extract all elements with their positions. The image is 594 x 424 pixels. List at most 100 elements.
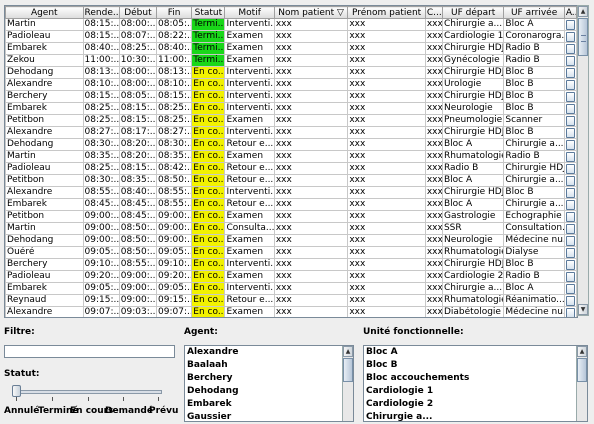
checkbox[interactable]: [565, 295, 575, 306]
column-header[interactable]: A...: [563, 6, 577, 19]
table-row[interactable]: Embarek09:05:...09:00:...09:05:...En co.…: [5, 282, 577, 295]
table-row[interactable]: Alexandre08:27:...08:17:...08:27:...En c…: [5, 126, 577, 139]
checkbox[interactable]: [565, 163, 575, 174]
checkbox[interactable]: [565, 235, 575, 246]
checkbox[interactable]: [565, 103, 575, 114]
uf-listbox[interactable]: Bloc A Bloc B Bloc accouchements Cardiologi…: [363, 345, 588, 422]
table-row[interactable]: Alexandre08:55:...08:40:...08:55:...En c…: [5, 186, 577, 199]
table-row[interactable]: Alexandre09:07:...09:03:...09:07:...En c…: [5, 306, 577, 317]
column-header[interactable]: Début: [118, 6, 158, 19]
scrollbar-thumb[interactable]: [577, 358, 587, 382]
row-checkbox[interactable]: [563, 30, 577, 43]
row-checkbox[interactable]: [563, 114, 577, 127]
checkbox[interactable]: [565, 139, 575, 150]
row-checkbox[interactable]: [563, 162, 577, 175]
row-checkbox[interactable]: [563, 42, 577, 55]
row-checkbox[interactable]: [563, 282, 577, 295]
table-row[interactable]: Embarek08:40:...08:25:...08:40:...Termi.…: [5, 42, 577, 55]
column-header[interactable]: Rende...: [82, 6, 120, 19]
scrollbar-thumb[interactable]: [578, 18, 588, 56]
list-item[interactable]: Bloc A: [364, 346, 587, 359]
list-item[interactable]: Dehodang: [185, 385, 353, 398]
scroll-up-icon[interactable]: ▲: [578, 6, 588, 17]
checkbox[interactable]: [565, 115, 575, 126]
scroll-up-icon[interactable]: ▲: [577, 346, 587, 357]
list-item[interactable]: Alexandre: [185, 346, 353, 359]
row-checkbox[interactable]: [563, 174, 577, 187]
checkbox[interactable]: [565, 91, 575, 102]
table-row[interactable]: Petitbon08:30:...08:35:...08:50:...En co…: [5, 174, 577, 187]
list-item[interactable]: Baalaah: [185, 359, 353, 372]
table-row[interactable]: Martin08:35:...08:20:...08:35:...En co..…: [5, 150, 577, 163]
table-row[interactable]: Padioleau08:25:...08:15:...08:42:...En c…: [5, 162, 577, 175]
list-item[interactable]: Bloc B: [364, 359, 587, 372]
table-row[interactable]: Martin09:00:...08:50:...09:00:...En co..…: [5, 222, 577, 235]
row-checkbox[interactable]: [563, 246, 577, 259]
scroll-down-icon[interactable]: ▼: [578, 304, 588, 315]
table-row[interactable]: Petitbon09:00:...08:45:...09:00:...En co…: [5, 210, 577, 223]
list-item[interactable]: Berchery: [185, 372, 353, 385]
list-item[interactable]: Gaussier: [185, 411, 353, 421]
list-item[interactable]: Cardiologie 1: [364, 385, 587, 398]
column-header[interactable]: Motif: [224, 6, 275, 19]
checkbox[interactable]: [565, 307, 575, 317]
row-checkbox[interactable]: [563, 222, 577, 235]
row-checkbox[interactable]: [563, 210, 577, 223]
list-item[interactable]: Embarek: [185, 398, 353, 411]
table-row[interactable]: Dehodang09:00:...08:50:...09:00:...En co…: [5, 234, 577, 247]
column-header[interactable]: C...: [424, 6, 443, 19]
checkbox[interactable]: [565, 247, 575, 258]
row-checkbox[interactable]: [563, 306, 577, 317]
table-row[interactable]: Zekou11:00:...10:30:...11:00:...Termi...…: [5, 54, 577, 67]
row-checkbox[interactable]: [563, 66, 577, 79]
row-checkbox[interactable]: [563, 234, 577, 247]
row-checkbox[interactable]: [563, 270, 577, 283]
table-row[interactable]: Petitbon08:25:...08:15:...08:25:...En co…: [5, 114, 577, 127]
checkbox[interactable]: [565, 259, 575, 270]
column-header[interactable]: Fin: [156, 6, 193, 19]
checkbox[interactable]: [565, 187, 575, 198]
checkbox[interactable]: [565, 199, 575, 210]
checkbox[interactable]: [565, 223, 575, 234]
table-row[interactable]: Padioleau09:20:...09:00:...09:20:...En c…: [5, 270, 577, 283]
row-checkbox[interactable]: [563, 186, 577, 199]
column-header[interactable]: Agent: [5, 6, 84, 19]
row-checkbox[interactable]: [563, 78, 577, 91]
row-checkbox[interactable]: [563, 294, 577, 307]
row-checkbox[interactable]: [563, 258, 577, 271]
column-header[interactable]: UF départ: [441, 6, 505, 19]
checkbox[interactable]: [565, 211, 575, 222]
checkbox[interactable]: [565, 79, 575, 90]
table-row[interactable]: Ouéré09:05:...08:50:...09:05:...En co...…: [5, 246, 577, 259]
agent-list-scrollbar[interactable]: ▲: [342, 346, 353, 421]
checkbox[interactable]: [565, 151, 575, 162]
table-row[interactable]: Berchery08:15:...08:05:...08:15:...En co…: [5, 90, 577, 103]
row-checkbox[interactable]: [563, 138, 577, 151]
agent-listbox[interactable]: Alexandre Baalaah Berchery Dehodang Embarek G…: [184, 345, 354, 422]
table-row[interactable]: Alexandre08:10:...08:00:...08:10:...En c…: [5, 78, 577, 91]
table-row[interactable]: Reynaud09:15:...09:00:...09:15:...En co.…: [5, 294, 577, 307]
column-header[interactable]: Prénom patient: [347, 6, 426, 19]
filter-input[interactable]: [4, 345, 175, 358]
row-checkbox[interactable]: [563, 18, 577, 31]
checkbox[interactable]: [565, 127, 575, 138]
table-row[interactable]: Embarek08:45:...08:45:...08:55:...En co.…: [5, 198, 577, 211]
checkbox[interactable]: [565, 175, 575, 186]
checkbox[interactable]: [565, 19, 575, 30]
checkbox[interactable]: [565, 55, 575, 66]
checkbox[interactable]: [565, 283, 575, 294]
table-row[interactable]: Berchery09:10:...08:55:...09:10:...En co…: [5, 258, 577, 271]
column-header[interactable]: Statut: [191, 6, 226, 19]
checkbox[interactable]: [565, 271, 575, 282]
column-header[interactable]: Nom patient ▽: [273, 6, 349, 19]
column-header[interactable]: UF arrivée: [503, 6, 565, 19]
table-row[interactable]: Martin08:15:...08:00:...08:05:...Termi..…: [5, 18, 577, 31]
checkbox[interactable]: [565, 31, 575, 42]
row-checkbox[interactable]: [563, 150, 577, 163]
table-row[interactable]: Padioleau08:15:...08:07:...08:22:...Term…: [5, 30, 577, 43]
checkbox[interactable]: [565, 67, 575, 78]
scrollbar-thumb[interactable]: [343, 358, 353, 382]
table-vertical-scrollbar[interactable]: ▲ ▼: [577, 5, 589, 316]
table-row[interactable]: Embarek08:25:...08:15:...08:25:...En co.…: [5, 102, 577, 115]
status-slider-thumb[interactable]: [12, 385, 21, 397]
